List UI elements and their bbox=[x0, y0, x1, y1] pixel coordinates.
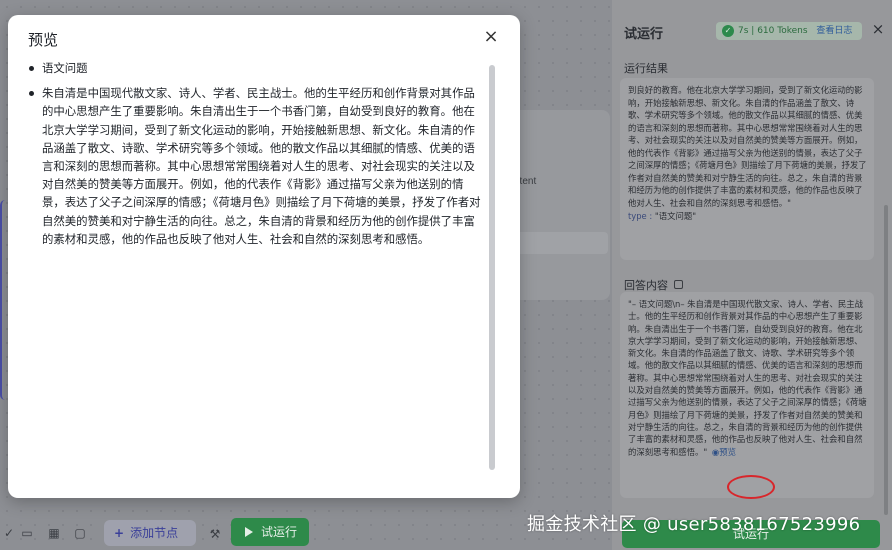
preview-modal: 预览 × 语文问题 朱自清是中国现代散文家、诗人、学者、民主战士。他的生平经历和… bbox=[8, 15, 520, 498]
panel-title: 试运行 bbox=[624, 27, 664, 42]
pointer-icon[interactable]: ✓ bbox=[2, 526, 16, 540]
modal-title: 预览 bbox=[28, 31, 59, 49]
bullet-icon bbox=[29, 91, 34, 97]
panel-scrollbar[interactable] bbox=[884, 205, 888, 515]
layout-grid-icon[interactable]: ▦ bbox=[47, 526, 61, 540]
check-circle-icon: ✓ bbox=[722, 25, 734, 37]
bullet-icon bbox=[29, 66, 34, 71]
status-time: 7s bbox=[738, 26, 749, 36]
modal-content: 语文问题 朱自清是中国现代散文家、诗人、学者、民主战士。他的生平经历和创作背景对… bbox=[26, 59, 482, 479]
run-result-box: 到良好的教育。他在北京大学学习期间，受到了新文化运动的影响，开始接触新思想、新文… bbox=[620, 78, 874, 260]
canvas-toolbar: ✓ ▭ ▦ ▢ + 添加节点 ⚒ 试运行 bbox=[0, 514, 612, 550]
comment-icon[interactable]: ▭ bbox=[20, 526, 34, 540]
play-icon bbox=[245, 527, 253, 537]
plus-icon: + bbox=[114, 526, 125, 540]
list-item-text: 语文问题 bbox=[42, 61, 88, 75]
toolbar-run-button[interactable]: 试运行 bbox=[231, 518, 309, 546]
status-tokens: 610 Tokens bbox=[757, 26, 808, 36]
add-node-label: 添加节点 bbox=[130, 526, 179, 540]
copy-icon[interactable] bbox=[674, 280, 683, 289]
wrench-icon[interactable]: ⚒ bbox=[205, 524, 225, 544]
preview-link[interactable]: ◉预览 bbox=[712, 447, 736, 457]
minimap-icon[interactable]: ▢ bbox=[73, 526, 87, 540]
result-type-row: type : "语文问题" bbox=[628, 211, 697, 221]
watermark: 掘金技术社区 @ user5838167523996 bbox=[527, 514, 861, 535]
status-badge: ✓ 7s | 610 Tokens 查看日志 bbox=[716, 22, 862, 40]
highlight-annotation bbox=[727, 475, 775, 499]
answer-box: "– 语文问题\n– 朱自清是中国现代散文家、诗人、学者、民主战士。他的生平经历… bbox=[620, 292, 874, 498]
list-item-text: 朱自清是中国现代散文家、诗人、学者、民主战士。他的生平经历和创作背景对其作品的中… bbox=[42, 86, 481, 246]
test-run-panel: 试运行 ✓ 7s | 610 Tokens 查看日志 × 运行结果 到良好的教育… bbox=[612, 0, 892, 550]
close-icon[interactable]: × bbox=[482, 28, 500, 46]
add-node-button[interactable]: + 添加节点 bbox=[104, 520, 196, 546]
modal-scrollbar[interactable] bbox=[489, 65, 495, 470]
workflow-node-field bbox=[516, 232, 608, 254]
run-result-title: 运行结果 bbox=[624, 62, 668, 75]
list-item: 朱自清是中国现代散文家、诗人、学者、民主战士。他的生平经历和创作背景对其作品的中… bbox=[26, 84, 482, 248]
result-type-value: "语文问题" bbox=[654, 211, 697, 221]
result-type-key: type bbox=[628, 211, 647, 221]
workflow-node bbox=[505, 110, 610, 300]
preview-link-label: 预览 bbox=[719, 446, 736, 457]
view-log-link[interactable]: 查看日志 bbox=[816, 26, 852, 36]
close-icon[interactable]: × bbox=[870, 21, 886, 37]
run-result-text: 到良好的教育。他在北京大学学习期间，受到了新文化运动的影响，开始接触新思想、新文… bbox=[628, 85, 867, 208]
preview-list: 语文问题 朱自清是中国现代散文家、诗人、学者、民主战士。他的生平经历和创作背景对… bbox=[26, 59, 482, 248]
toolbar-run-label: 试运行 bbox=[261, 525, 298, 539]
answer-text: "– 语文问题\n– 朱自清是中国现代散文家、诗人、学者、民主战士。他的生平经历… bbox=[628, 299, 867, 457]
answer-title: 回答内容 bbox=[624, 279, 668, 292]
list-item: 语文问题 bbox=[26, 59, 482, 77]
